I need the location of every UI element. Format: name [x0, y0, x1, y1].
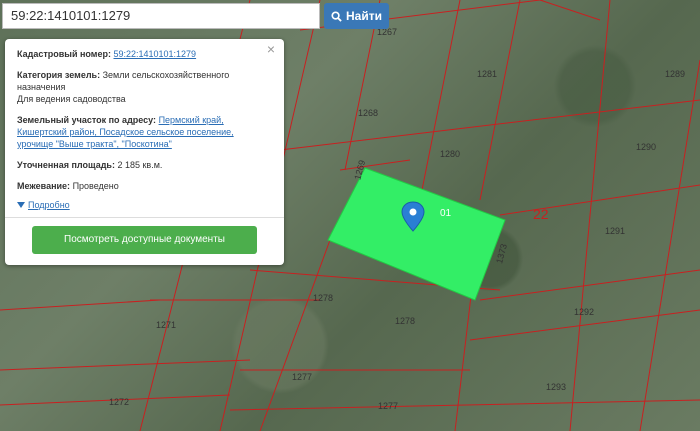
- parcel-label: 1277: [378, 401, 398, 411]
- address-label: Земельный участок по адресу:: [17, 115, 157, 125]
- parcel-label: 1291: [605, 226, 625, 236]
- marker-label: 01: [440, 208, 452, 219]
- parcel-label: 1278: [313, 293, 333, 303]
- area-value: 2 185 кв.м.: [117, 160, 163, 170]
- details-link[interactable]: Подробно: [28, 199, 70, 211]
- parcel-label: 1268: [358, 108, 378, 118]
- parcel-label: 1292: [574, 307, 594, 317]
- survey-value: Проведено: [72, 181, 119, 191]
- land-category-label: Категория земель:: [17, 70, 101, 80]
- address-row: Земельный участок по адресу: Пермский кр…: [17, 114, 272, 150]
- land-category-row: Категория земель: Земли сельскохозяйстве…: [17, 69, 272, 105]
- search-icon: [331, 10, 342, 22]
- details-toggle[interactable]: Подробно: [17, 199, 272, 211]
- area-row: Уточненная площадь: 2 185 кв.м.: [17, 159, 272, 171]
- parcel-label: 1280: [440, 149, 460, 159]
- cadastral-search-input[interactable]: 59:22:1410101:1279: [2, 3, 320, 29]
- survey-label: Межевание:: [17, 181, 71, 191]
- popup-divider: [5, 217, 284, 218]
- survey-row: Межевание: Проведено: [17, 180, 272, 192]
- parcel-label: 1373: [494, 243, 509, 265]
- cadastral-number-link[interactable]: 59:22:1410101:1279: [113, 49, 196, 59]
- parcel-label: 1278: [395, 316, 415, 326]
- parcel-label: 1290: [636, 142, 656, 152]
- cadastral-number-row: Кадастровый номер: 59:22:1410101:1279: [17, 48, 272, 60]
- close-icon[interactable]: ×: [267, 42, 275, 56]
- quarter-number: 22: [533, 206, 549, 222]
- caret-down-icon: [17, 202, 25, 208]
- area-label: Уточненная площадь:: [17, 160, 115, 170]
- view-documents-button[interactable]: Посмотреть доступные документы: [32, 226, 257, 254]
- parcel-label: 1271: [156, 320, 176, 330]
- parcel-label: 1289: [665, 69, 685, 79]
- selected-parcel: [327, 167, 506, 301]
- parcel-info-popup: × Кадастровый номер: 59:22:1410101:1279 …: [5, 39, 284, 265]
- cadastral-number-label: Кадастровый номер:: [17, 49, 111, 59]
- parcel-label: 1281: [477, 69, 497, 79]
- parcel-label: 1277: [292, 372, 312, 382]
- parcel-label: 1272: [109, 397, 129, 407]
- land-usage-value: Для ведения садоводства: [17, 94, 126, 104]
- search-button[interactable]: Найти: [324, 3, 389, 29]
- search-button-label: Найти: [346, 9, 382, 23]
- parcel-label: 1293: [546, 382, 566, 392]
